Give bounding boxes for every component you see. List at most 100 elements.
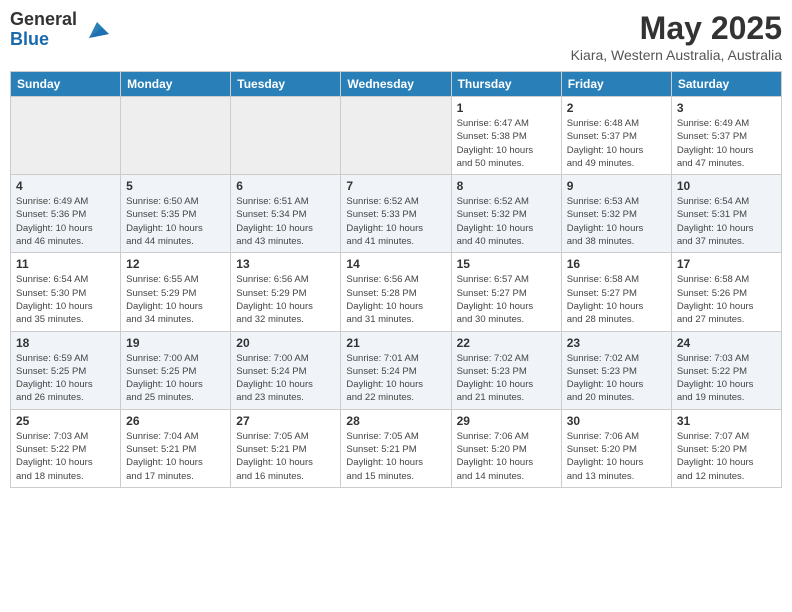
calendar-week-row: 18Sunrise: 6:59 AM Sunset: 5:25 PM Dayli…: [11, 331, 782, 409]
title-section: May 2025 Kiara, Western Australia, Austr…: [571, 10, 782, 63]
column-header-thursday: Thursday: [451, 72, 561, 97]
calendar-table: SundayMondayTuesdayWednesdayThursdayFrid…: [10, 71, 782, 488]
day-number: 1: [457, 101, 556, 115]
calendar-cell: 25 Sunrise: 7:03 AM Sunset: 5:22 PM Dayli…: [11, 409, 121, 487]
day-info: Sunrise: 7:03 AM Sunset: 5:22 PM Dayligh…: [16, 430, 115, 483]
day-info: Sunrise: 6:49 AM Sunset: 5:37 PM Dayligh…: [677, 117, 776, 170]
month-year: May 2025: [571, 10, 782, 47]
column-header-friday: Friday: [561, 72, 671, 97]
calendar-cell: 30Sunrise: 7:06 AM Sunset: 5:20 PM Dayli…: [561, 409, 671, 487]
day-number: 4: [16, 179, 115, 193]
day-info: Sunrise: 6:53 AM Sunset: 5:32 PM Dayligh…: [567, 195, 666, 248]
day-number: 17: [677, 257, 776, 271]
day-info: Sunrise: 7:07 AM Sunset: 5:20 PM Dayligh…: [677, 430, 776, 483]
day-info: Sunrise: 7:01 AM Sunset: 5:24 PM Dayligh…: [346, 352, 445, 405]
column-header-monday: Monday: [121, 72, 231, 97]
day-info: Sunrise: 6:48 AM Sunset: 5:37 PM Dayligh…: [567, 117, 666, 170]
day-number: 20: [236, 336, 335, 350]
calendar-cell: 13Sunrise: 6:56 AM Sunset: 5:29 PM Dayli…: [231, 253, 341, 331]
day-info: Sunrise: 6:56 AM Sunset: 5:29 PM Dayligh…: [236, 273, 335, 326]
logo-icon: [81, 14, 113, 46]
day-number: 16: [567, 257, 666, 271]
logo-general: General: [10, 9, 77, 29]
day-number: 7: [346, 179, 445, 193]
calendar-cell: 19Sunrise: 7:00 AM Sunset: 5:25 PM Dayli…: [121, 331, 231, 409]
calendar-cell: 27 Sunrise: 7:05 AM Sunset: 5:21 PM Dayli…: [231, 409, 341, 487]
calendar-cell: 17 Sunrise: 6:58 AM Sunset: 5:26 PM Dayli…: [671, 253, 781, 331]
calendar-cell: 11 Sunrise: 6:54 AM Sunset: 5:30 PM Dayli…: [11, 253, 121, 331]
logo: General Blue: [10, 10, 113, 50]
day-number: 2: [567, 101, 666, 115]
day-number: 24: [677, 336, 776, 350]
day-info: Sunrise: 6:59 AM Sunset: 5:25 PM Dayligh…: [16, 352, 115, 405]
logo-blue: Blue: [10, 29, 49, 49]
day-number: 8: [457, 179, 556, 193]
day-number: 23: [567, 336, 666, 350]
day-number: 10: [677, 179, 776, 193]
calendar-cell: 1 Sunrise: 6:47 AM Sunset: 5:38 PM Daylig…: [451, 97, 561, 175]
calendar-cell: 24 Sunrise: 7:03 AM Sunset: 5:22 PM Dayli…: [671, 331, 781, 409]
day-info: Sunrise: 7:00 AM Sunset: 5:25 PM Dayligh…: [126, 352, 225, 405]
day-info: Sunrise: 6:54 AM Sunset: 5:30 PM Dayligh…: [16, 273, 115, 326]
calendar-week-row: 25 Sunrise: 7:03 AM Sunset: 5:22 PM Dayli…: [11, 409, 782, 487]
day-number: 9: [567, 179, 666, 193]
calendar-cell: 5Sunrise: 6:50 AM Sunset: 5:35 PM Daylig…: [121, 175, 231, 253]
calendar-cell: 14 Sunrise: 6:56 AM Sunset: 5:28 PM Dayli…: [341, 253, 451, 331]
calendar-cell: [11, 97, 121, 175]
day-info: Sunrise: 6:52 AM Sunset: 5:33 PM Dayligh…: [346, 195, 445, 248]
column-header-saturday: Saturday: [671, 72, 781, 97]
calendar-cell: 8Sunrise: 6:52 AM Sunset: 5:32 PM Daylig…: [451, 175, 561, 253]
calendar-cell: 28 Sunrise: 7:05 AM Sunset: 5:21 PM Dayli…: [341, 409, 451, 487]
day-info: Sunrise: 7:05 AM Sunset: 5:21 PM Dayligh…: [346, 430, 445, 483]
calendar-header-row: SundayMondayTuesdayWednesdayThursdayFrid…: [11, 72, 782, 97]
day-number: 30: [567, 414, 666, 428]
day-number: 27: [236, 414, 335, 428]
calendar-week-row: 1 Sunrise: 6:47 AM Sunset: 5:38 PM Daylig…: [11, 97, 782, 175]
day-info: Sunrise: 6:50 AM Sunset: 5:35 PM Dayligh…: [126, 195, 225, 248]
day-number: 28: [346, 414, 445, 428]
day-info: Sunrise: 7:00 AM Sunset: 5:24 PM Dayligh…: [236, 352, 335, 405]
calendar-cell: 2 Sunrise: 6:48 AM Sunset: 5:37 PM Daylig…: [561, 97, 671, 175]
calendar-cell: 26Sunrise: 7:04 AM Sunset: 5:21 PM Dayli…: [121, 409, 231, 487]
column-header-tuesday: Tuesday: [231, 72, 341, 97]
day-info: Sunrise: 6:51 AM Sunset: 5:34 PM Dayligh…: [236, 195, 335, 248]
day-number: 31: [677, 414, 776, 428]
calendar-cell: 4 Sunrise: 6:49 AM Sunset: 5:36 PM Daylig…: [11, 175, 121, 253]
day-info: Sunrise: 6:58 AM Sunset: 5:26 PM Dayligh…: [677, 273, 776, 326]
day-info: Sunrise: 6:56 AM Sunset: 5:28 PM Dayligh…: [346, 273, 445, 326]
day-info: Sunrise: 6:54 AM Sunset: 5:31 PM Dayligh…: [677, 195, 776, 248]
calendar-cell: 22 Sunrise: 7:02 AM Sunset: 5:23 PM Dayli…: [451, 331, 561, 409]
day-number: 3: [677, 101, 776, 115]
calendar-cell: 7 Sunrise: 6:52 AM Sunset: 5:33 PM Daylig…: [341, 175, 451, 253]
calendar-cell: 16Sunrise: 6:58 AM Sunset: 5:27 PM Dayli…: [561, 253, 671, 331]
calendar-cell: 20 Sunrise: 7:00 AM Sunset: 5:24 PM Dayli…: [231, 331, 341, 409]
day-info: Sunrise: 7:04 AM Sunset: 5:21 PM Dayligh…: [126, 430, 225, 483]
day-number: 25: [16, 414, 115, 428]
calendar-cell: 23 Sunrise: 7:02 AM Sunset: 5:23 PM Dayli…: [561, 331, 671, 409]
calendar-week-row: 11 Sunrise: 6:54 AM Sunset: 5:30 PM Dayli…: [11, 253, 782, 331]
location: Kiara, Western Australia, Australia: [571, 47, 782, 63]
calendar-cell: 9 Sunrise: 6:53 AM Sunset: 5:32 PM Daylig…: [561, 175, 671, 253]
day-info: Sunrise: 7:03 AM Sunset: 5:22 PM Dayligh…: [677, 352, 776, 405]
calendar-cell: 29Sunrise: 7:06 AM Sunset: 5:20 PM Dayli…: [451, 409, 561, 487]
calendar-cell: [121, 97, 231, 175]
calendar-week-row: 4 Sunrise: 6:49 AM Sunset: 5:36 PM Daylig…: [11, 175, 782, 253]
day-info: Sunrise: 7:02 AM Sunset: 5:23 PM Dayligh…: [457, 352, 556, 405]
day-number: 14: [346, 257, 445, 271]
day-info: Sunrise: 6:49 AM Sunset: 5:36 PM Dayligh…: [16, 195, 115, 248]
day-info: Sunrise: 6:55 AM Sunset: 5:29 PM Dayligh…: [126, 273, 225, 326]
calendar-cell: [341, 97, 451, 175]
calendar-cell: 3 Sunrise: 6:49 AM Sunset: 5:37 PM Daylig…: [671, 97, 781, 175]
calendar-cell: 21Sunrise: 7:01 AM Sunset: 5:24 PM Dayli…: [341, 331, 451, 409]
day-info: Sunrise: 6:57 AM Sunset: 5:27 PM Dayligh…: [457, 273, 556, 326]
day-info: Sunrise: 7:02 AM Sunset: 5:23 PM Dayligh…: [567, 352, 666, 405]
calendar-cell: 10 Sunrise: 6:54 AM Sunset: 5:31 PM Dayli…: [671, 175, 781, 253]
calendar-cell: 12Sunrise: 6:55 AM Sunset: 5:29 PM Dayli…: [121, 253, 231, 331]
day-info: Sunrise: 6:47 AM Sunset: 5:38 PM Dayligh…: [457, 117, 556, 170]
day-info: Sunrise: 7:05 AM Sunset: 5:21 PM Dayligh…: [236, 430, 335, 483]
day-number: 22: [457, 336, 556, 350]
day-number: 29: [457, 414, 556, 428]
day-number: 11: [16, 257, 115, 271]
day-number: 15: [457, 257, 556, 271]
day-number: 6: [236, 179, 335, 193]
